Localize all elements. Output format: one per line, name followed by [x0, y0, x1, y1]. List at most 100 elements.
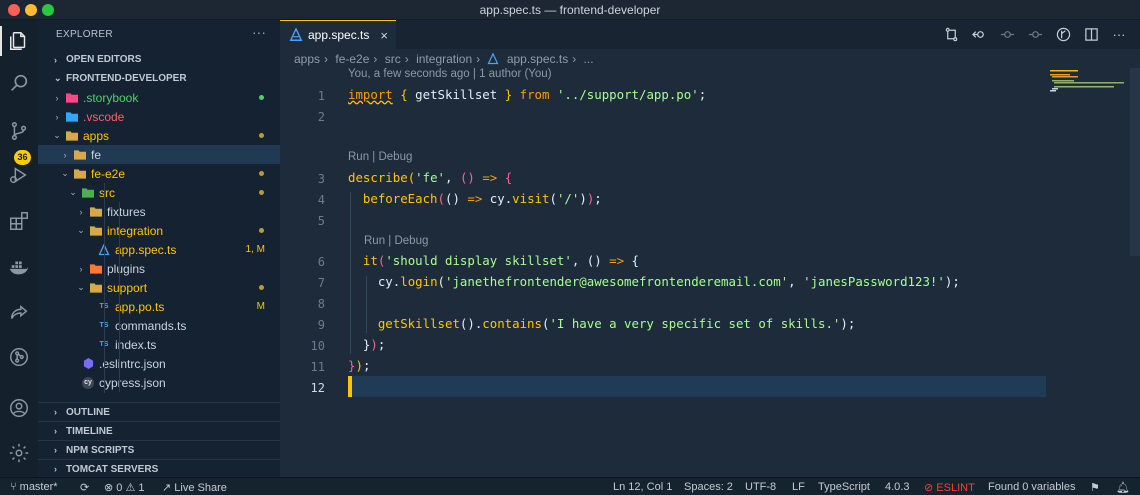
chevron-down-icon: ⌄	[53, 130, 61, 140]
timeline-section[interactable]: › TIMELINE	[38, 421, 280, 440]
sync-icon[interactable]: ⟳	[80, 481, 89, 494]
line-number: 12	[310, 381, 325, 395]
open-editors-section[interactable]: › OPEN EDITORS	[38, 50, 280, 69]
tree-item-label: fe	[91, 147, 102, 162]
breadcrumb-symbol[interactable]: ...	[584, 52, 594, 66]
folder-icon	[66, 111, 78, 123]
indentation[interactable]: Spaces: 2	[684, 481, 733, 493]
account-icon[interactable]	[6, 395, 32, 421]
breadcrumb-apps[interactable]: apps	[294, 52, 320, 66]
search-icon[interactable]	[6, 70, 32, 96]
tree-item-label: src	[99, 185, 115, 200]
tree-item-label: .eslintrc.json	[99, 356, 166, 371]
tree-item[interactable]: cy cypress.json	[38, 373, 280, 392]
folder-icon	[74, 168, 86, 180]
tree-item[interactable]: ⌄ fe-e2e	[38, 164, 280, 183]
split-editor-icon[interactable]	[1083, 26, 1099, 42]
notifications-icon[interactable]: 🔔︎	[1116, 481, 1130, 494]
modified-dot	[259, 171, 264, 176]
close-tab-button[interactable]: ×	[380, 28, 388, 43]
code-line-7[interactable]: cy.login('janethefrontender@awesomefront…	[348, 274, 960, 289]
codelens-run-debug[interactable]: Run | Debug	[348, 151, 412, 163]
tab-bar: app.spec.ts × ···	[280, 20, 1140, 49]
live-share-icon[interactable]	[6, 300, 32, 326]
breadcrumb-fe-e2e[interactable]: fe-e2e	[335, 52, 369, 66]
codelens-run-debug[interactable]: Run | Debug	[364, 235, 428, 247]
minimap[interactable]	[1050, 68, 1130, 98]
outline-section[interactable]: › OUTLINE	[38, 402, 280, 421]
branch-status[interactable]: ⑂ master*	[10, 481, 58, 493]
tree-item[interactable]: TSapp.po.tsM	[38, 297, 280, 316]
chevron-down-icon: ⌄	[69, 187, 77, 197]
typescript-version[interactable]: 4.0.3	[885, 481, 909, 493]
explorer-menu-button[interactable]: ···	[252, 24, 266, 40]
vertical-scrollbar[interactable]	[1130, 68, 1140, 256]
tree-item[interactable]: .eslintrc.json	[38, 354, 280, 373]
go-back-icon[interactable]	[971, 26, 987, 42]
code-line-4[interactable]: beforeEach(() => cy.visit('/'));	[348, 191, 602, 206]
tree-item-label: apps	[83, 128, 110, 143]
source-control-icon[interactable]	[6, 118, 32, 144]
files-icon[interactable]	[0, 26, 32, 56]
breadcrumb-separator: ›	[404, 52, 409, 66]
tree-item[interactable]: app.spec.ts 1, M	[38, 240, 280, 259]
folder-icon	[74, 149, 86, 161]
tree-item[interactable]: › plugins	[38, 259, 280, 278]
run-debug-icon[interactable]	[6, 162, 32, 188]
extensions-icon[interactable]	[6, 208, 32, 234]
tree-item[interactable]: › fe	[38, 145, 280, 164]
line-number: 11	[310, 360, 325, 374]
code-line-1[interactable]: import { getSkillset } from '../support/…	[348, 87, 706, 102]
git-blame-annotation[interactable]: You, a few seconds ago | 1 author (You)	[348, 68, 552, 80]
tree-item-label: index.ts	[115, 337, 157, 352]
line-number: 2	[317, 110, 325, 124]
folder-icon	[90, 282, 102, 294]
open-changes-icon[interactable]	[943, 26, 959, 42]
variables-status[interactable]: Found 0 variables	[988, 481, 1075, 493]
npm-scripts-section[interactable]: › NPM SCRIPTS	[38, 440, 280, 459]
code-line-9[interactable]: getSkillset().contains('I have a very sp…	[348, 316, 855, 331]
cursor-position[interactable]: Ln 12, Col 1	[613, 481, 672, 493]
code-line-10[interactable]: });	[348, 337, 385, 352]
gitlens-icon[interactable]	[1055, 26, 1071, 42]
breadcrumb-app-spec-ts[interactable]: app.spec.ts	[507, 52, 568, 66]
end-of-line[interactable]: LF	[792, 481, 805, 493]
language-mode[interactable]: TypeScript	[818, 481, 870, 493]
tree-item[interactable]: ⌄ support	[38, 278, 280, 297]
docker-icon[interactable]	[6, 254, 32, 280]
more-actions-icon[interactable]: ···	[1111, 26, 1127, 42]
feedback-icon[interactable]: ⚑	[1090, 481, 1100, 494]
settings-gear-icon[interactable]	[6, 440, 32, 466]
tree-item[interactable]: › fixtures	[38, 202, 280, 221]
tree-item-label: commands.ts	[115, 318, 187, 333]
breadcrumb-integration[interactable]: integration	[416, 52, 472, 66]
current-line-highlight	[348, 376, 1046, 397]
branch-icon: ⑂	[10, 481, 20, 493]
breadcrumb-src[interactable]: src	[385, 52, 401, 66]
tree-item[interactable]: TSindex.ts	[38, 335, 280, 354]
tree-item[interactable]: › .storybook	[38, 88, 280, 107]
code-line-6[interactable]: it('should display skillset', () => {	[348, 253, 639, 268]
code-line-3[interactable]: describe('fe', () => {	[348, 170, 512, 185]
tomcat-servers-section[interactable]: › TOMCAT SERVERS	[38, 459, 280, 477]
eslint-status[interactable]: ⊘ ESLINT	[924, 481, 975, 494]
breadcrumb-separator: ›	[373, 52, 378, 66]
tab-app-spec-ts[interactable]: app.spec.ts ×	[280, 20, 396, 49]
tree-item[interactable]: › .vscode	[38, 107, 280, 126]
workspace-folder-section[interactable]: ⌄ FRONTEND-DEVELOPER	[38, 69, 280, 88]
modified-dot	[259, 133, 264, 138]
tree-item[interactable]: TScommands.ts	[38, 316, 280, 335]
live-share-status[interactable]: ↗ Live Share	[162, 481, 227, 494]
modified-dot	[259, 228, 264, 233]
tree-item[interactable]: ⌄ src	[38, 183, 280, 202]
git-icon[interactable]	[6, 344, 32, 370]
tree-item[interactable]: ⌄ integration	[38, 221, 280, 240]
tree-item-label: fixtures	[107, 204, 146, 219]
go-next-change-icon[interactable]	[1027, 26, 1043, 42]
live-share-icon: ↗	[162, 482, 175, 494]
encoding[interactable]: UTF-8	[745, 481, 776, 493]
go-prev-change-icon[interactable]	[999, 26, 1015, 42]
code-line-11[interactable]: });	[348, 358, 370, 373]
tree-item[interactable]: ⌄ apps	[38, 126, 280, 145]
problems-status[interactable]: ⊗ 0 ⚠ 1	[104, 481, 144, 494]
